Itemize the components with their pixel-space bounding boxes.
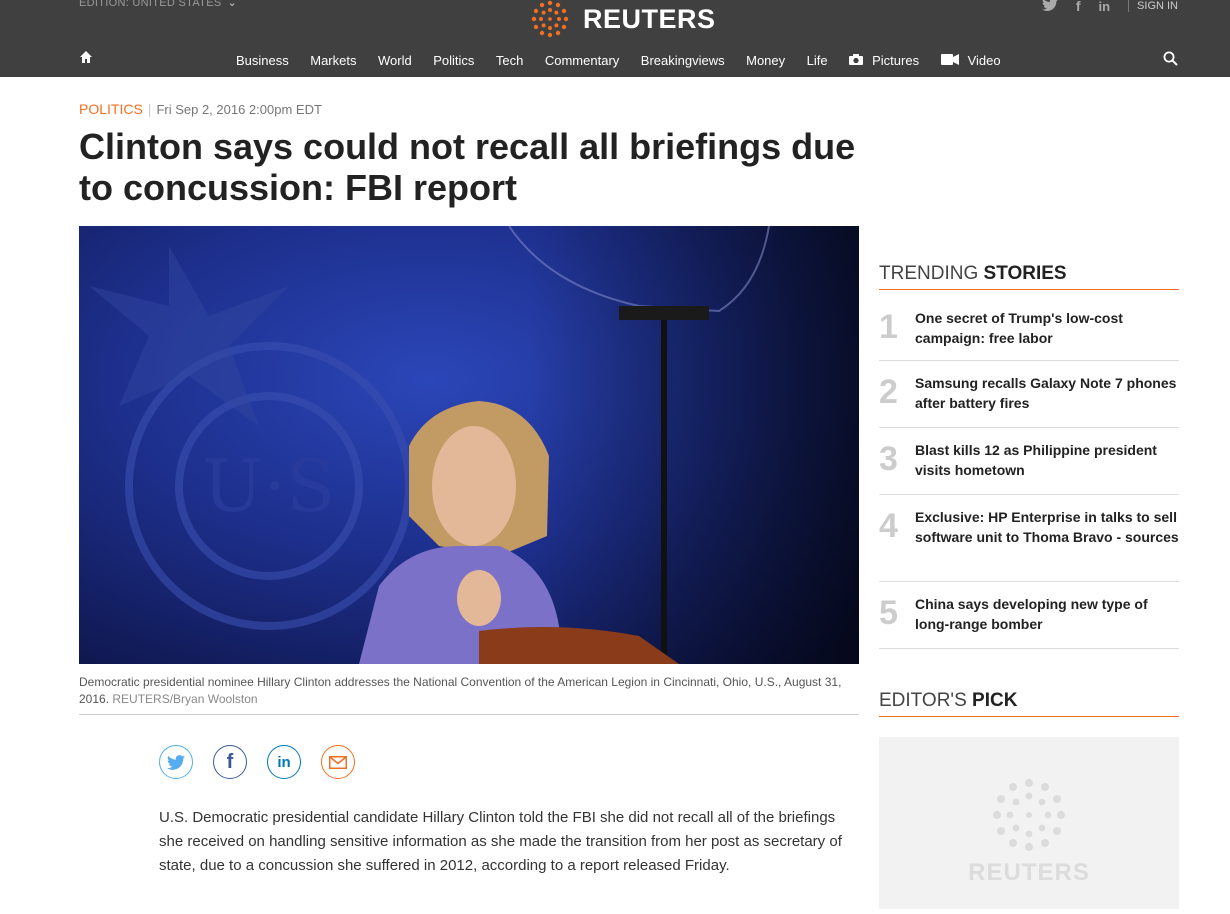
facebook-icon: f [226,750,234,773]
nav-item-video[interactable]: Video [940,53,1001,68]
trending-title: One secret of Trump's low-cost campaign:… [915,310,1123,346]
nav-item-breakingviews[interactable]: Breakingviews [641,53,725,68]
nav-item-label: Pictures [872,53,920,68]
camera-icon [849,53,864,68]
editors-pick-heading-bold: PICK [972,690,1018,711]
nav-item-business[interactable]: Business [236,53,289,68]
svg-text:U·S: U·S [203,444,336,528]
trending-rank: 1 [879,308,898,346]
video-icon [940,53,959,68]
nav-item-pictures[interactable]: Pictures [849,53,919,68]
divider [1128,0,1130,12]
nav-item-commentary[interactable]: Commentary [545,53,619,68]
article-body: U.S. Democratic presidential candidate H… [159,809,842,874]
twitter-icon [167,754,185,770]
reuters-logo[interactable]: REUTERS [527,0,716,40]
article-photo[interactable]: U·S [79,226,859,664]
search-icon[interactable] [1163,51,1178,71]
nav-item-label: Business [236,53,289,68]
divider: | [147,101,152,117]
nav-item-label: Politics [433,53,475,68]
trending-title: Samsung recalls Galaxy Note 7 phones aft… [915,375,1177,411]
nav-item-label: Video [967,53,1001,68]
nav-item-label: Markets [310,53,357,68]
share-twitter-button[interactable] [159,745,193,779]
edition-selector[interactable]: EDITION: UNITED STATES ⌄ [79,0,237,9]
photo-credit: REUTERS/Bryan Woolston [112,692,258,706]
nav-item-markets[interactable]: Markets [310,53,356,68]
email-icon [329,755,347,769]
section-link[interactable]: POLITICS [79,101,143,117]
article-date: Fri Sep 2, 2016 2:00pm EDT [156,102,322,117]
share-linkedin-button[interactable]: in [267,745,301,779]
top-utility: f in SIGN IN [1041,0,1178,14]
linkedin-icon[interactable]: in [1098,0,1110,14]
nav-item-politics[interactable]: Politics [433,53,474,68]
pick-brand-text: REUTERS [968,859,1090,886]
trending-rank: 4 [879,507,898,545]
trending-item[interactable]: 1 One secret of Trump's low-cost campaign… [879,296,1179,361]
nav-item-tech[interactable]: Tech [496,53,523,68]
trending-rank: 3 [879,440,898,478]
trending-list: 1 One secret of Trump's low-cost campaign… [879,296,1179,649]
twitter-icon[interactable] [1041,0,1058,14]
main-nav: Business Markets World Politics Tech Commenta… [0,48,1230,72]
nav-item-label: Commentary [544,53,620,68]
nav-item-life[interactable]: Life [807,53,828,68]
trending-heading-light: TRENDING [879,263,979,284]
nav-item-money[interactable]: Money [746,53,785,68]
nav-item-world[interactable]: World [378,53,412,68]
reuters-dots-icon [531,0,569,38]
trending-heading-bold: STORIES [983,263,1067,284]
sign-in-link[interactable]: SIGN IN [1137,0,1178,12]
facebook-icon[interactable]: f [1076,0,1081,14]
nav-item-label: Life [806,53,828,68]
share-buttons: f in [159,745,355,779]
share-email-button[interactable] [321,745,355,779]
trending-title: Blast kills 12 as Philippine president v… [915,442,1157,478]
article-headline: Clinton says could not recall all briefi… [79,126,856,208]
photo-illustration: U·S [79,226,859,664]
trending-item[interactable]: 3 Blast kills 12 as Philippine president … [879,428,1179,495]
trending-item[interactable]: 2 Samsung recalls Galaxy Note 7 phones af… [879,361,1179,428]
trending-title: Exclusive: HP Enterprise in talks to sel… [915,509,1179,545]
trending-rank: 5 [879,594,898,632]
brand-name: REUTERS [583,3,716,34]
editors-pick-card[interactable]: REUTERS [879,737,1179,909]
editors-pick-heading-light: EDITOR'S [879,690,967,711]
article-kicker: POLITICS | Fri Sep 2, 2016 2:00pm EDT [79,101,322,117]
nav-item-label: World [377,53,412,68]
photo-caption: Democratic presidential nominee Hillary … [79,674,859,708]
nav-items: Business Markets World Politics Tech Commenta… [236,53,1022,68]
share-facebook-button[interactable]: f [213,745,247,779]
trending-item[interactable]: 5 China says developing new type of long-… [879,582,1179,649]
chevron-down-icon: ⌄ [227,0,238,9]
editors-pick-heading: EDITOR'S PICK [879,690,1179,717]
top-bar: EDITION: UNITED STATES ⌄ REUTERS f in SIG… [0,0,1230,77]
nav-item-label: Money [746,53,786,68]
linkedin-icon: in [277,753,291,771]
trending-item[interactable]: 4 Exclusive: HP Enterprise in talks to se… [879,495,1179,582]
edition-label: EDITION: UNITED STATES [79,0,222,9]
home-icon[interactable] [79,50,93,69]
trending-heading: TRENDING STORIES [879,263,1179,290]
nav-item-label: Tech [495,53,524,68]
trending-title: China says developing new type of long-r… [915,596,1148,632]
nav-item-label: Breakingviews [640,53,725,68]
trending-rank: 2 [879,373,898,411]
divider [79,714,859,715]
